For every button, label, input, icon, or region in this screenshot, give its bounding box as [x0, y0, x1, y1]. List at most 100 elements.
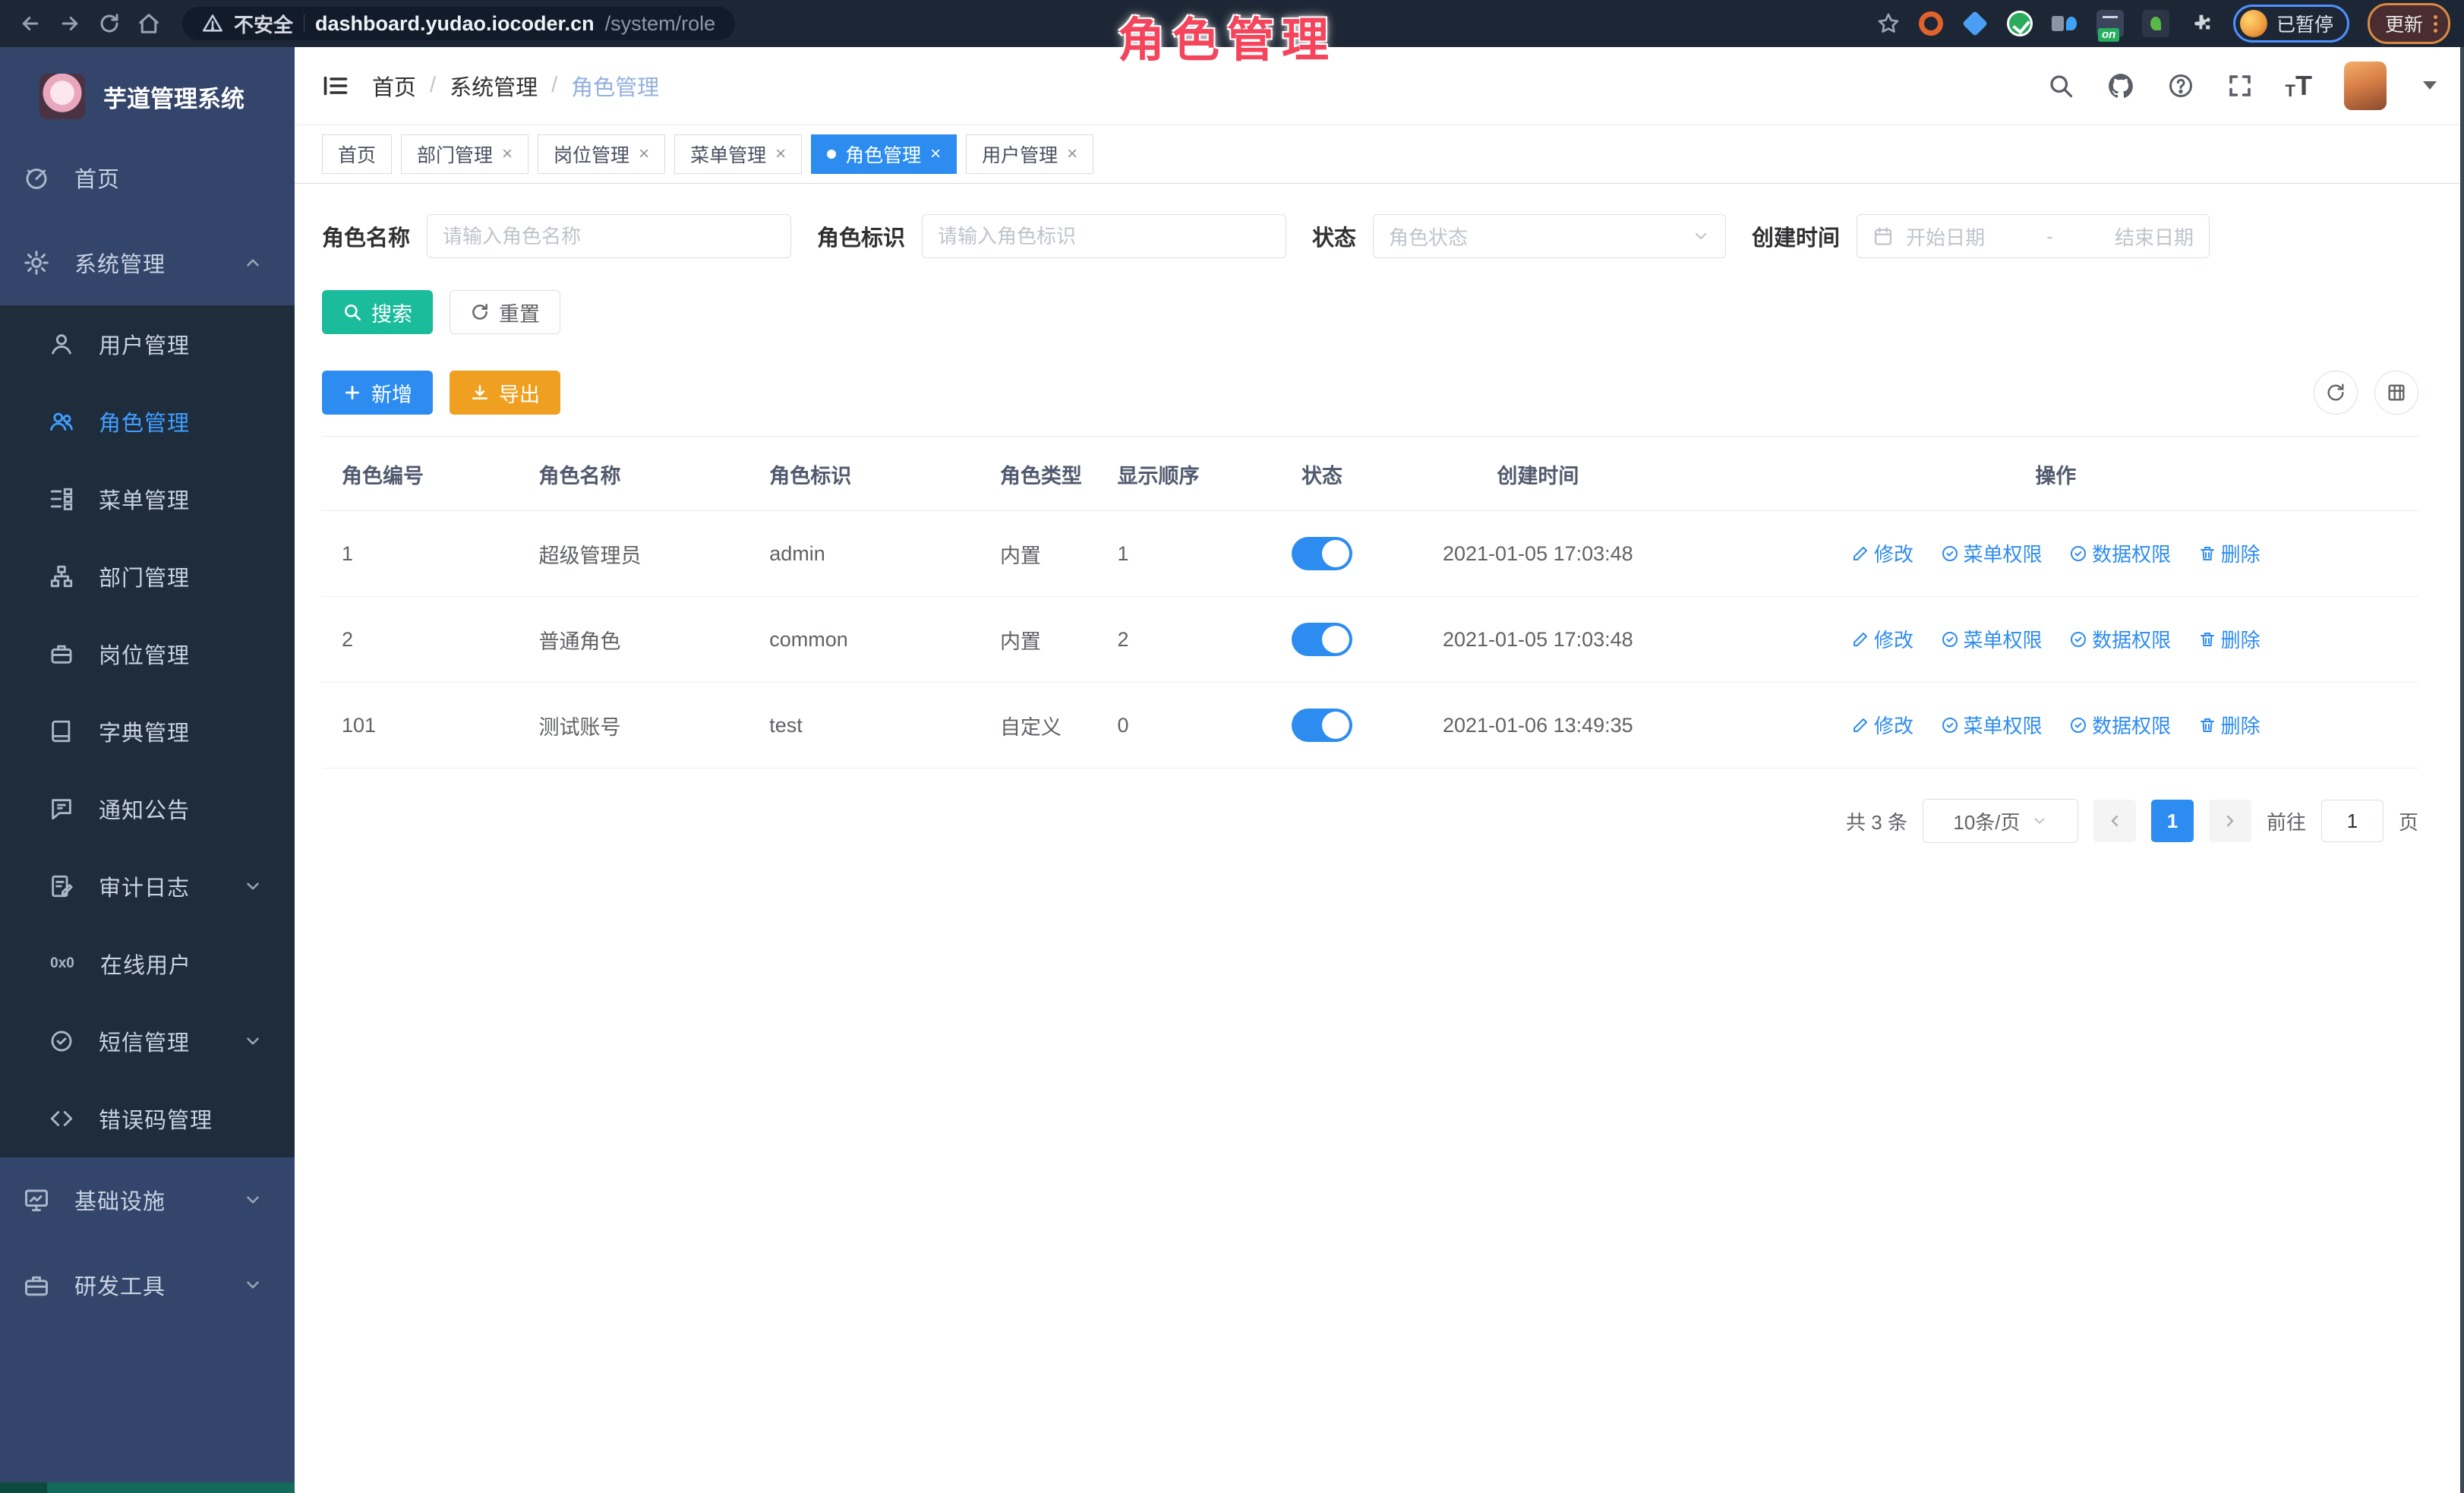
tab-close-icon[interactable]: ×: [1067, 145, 1077, 163]
collapse-sidebar-icon[interactable]: [322, 72, 349, 99]
download-icon: [470, 383, 490, 402]
chevron-up-icon: [243, 253, 263, 273]
circle-check-icon: [2069, 630, 2087, 649]
tab-close-icon[interactable]: ×: [502, 145, 513, 163]
delete-link[interactable]: 删除: [2198, 625, 2261, 653]
github-icon[interactable]: [2106, 71, 2135, 100]
delete-link[interactable]: 删除: [2198, 711, 2261, 739]
status-toggle[interactable]: [1292, 709, 1352, 742]
extension-on-badge: on: [2098, 28, 2119, 43]
cell-sort: 0: [1098, 683, 1261, 769]
tab-close-icon[interactable]: ×: [930, 145, 941, 163]
status-toggle[interactable]: [1292, 623, 1352, 656]
page-size-select[interactable]: 10条/页: [1923, 799, 2078, 843]
range-separator: -: [1997, 225, 2103, 248]
sidebar-item-posts[interactable]: 岗位管理: [0, 615, 295, 693]
browser-profile[interactable]: 已暂停: [2233, 5, 2349, 43]
reset-button[interactable]: 重置: [450, 290, 560, 334]
sidebar-item-home[interactable]: 首页: [0, 135, 295, 220]
tab-home[interactable]: 首页: [322, 134, 392, 174]
sidebar-item-online-users[interactable]: 0x0 在线用户: [0, 925, 295, 1002]
add-button[interactable]: 新增: [322, 371, 433, 415]
extension-icon-sprout[interactable]: [2142, 10, 2169, 37]
address-bar[interactable]: 不安全 dashboard.yudao.iocoder.cn /system/r…: [182, 7, 735, 40]
data-permission-link[interactable]: 数据权限: [2069, 711, 2171, 739]
tab-menus[interactable]: 菜单管理 ×: [674, 134, 802, 174]
browser-home-button[interactable]: [132, 7, 166, 40]
sidebar-item-roles[interactable]: 角色管理: [0, 383, 295, 460]
cell-created: 2021-01-05 17:03:48: [1383, 597, 1693, 683]
fullscreen-icon[interactable]: [2226, 72, 2254, 99]
menu-permission-link[interactable]: 菜单权限: [1941, 625, 2043, 653]
goto-page-input[interactable]: [2321, 800, 2384, 842]
extension-icon-translate[interactable]: on: [2096, 10, 2124, 37]
next-page-button[interactable]: [2209, 800, 2251, 842]
tab-posts[interactable]: 岗位管理 ×: [538, 134, 665, 174]
edit-link[interactable]: 修改: [1851, 539, 1913, 567]
page-1-button[interactable]: 1: [2151, 800, 2194, 842]
sidebar-bottom-strip: [0, 1482, 295, 1493]
prev-page-button[interactable]: [2093, 800, 2136, 842]
extension-icon-blue-gem[interactable]: [1961, 10, 1989, 37]
extension-icon-duo[interactable]: [2051, 10, 2078, 37]
extension-icon-orange-ring[interactable]: [1919, 11, 1943, 36]
tab-close-icon[interactable]: ×: [775, 145, 786, 163]
cell-created: 2021-01-05 17:03:48: [1383, 511, 1693, 597]
browser-update-button[interactable]: 更新: [2368, 3, 2450, 44]
role-key-input[interactable]: [922, 214, 1286, 258]
extensions-puzzle-icon[interactable]: [2188, 10, 2215, 37]
breadcrumb-home[interactable]: 首页: [372, 70, 416, 102]
user-avatar[interactable]: [2344, 62, 2387, 110]
table-refresh-button[interactable]: [2314, 371, 2358, 415]
header-search-icon[interactable]: [2047, 72, 2074, 99]
column-header-role-key: 角色标识: [749, 437, 980, 511]
sidebar-item-audit-log[interactable]: 审计日志: [0, 848, 295, 925]
tab-users[interactable]: 用户管理 ×: [966, 134, 1093, 174]
menu-permission-link[interactable]: 菜单权限: [1941, 539, 2043, 567]
status-toggle[interactable]: [1292, 537, 1352, 570]
sidebar-item-departments[interactable]: 部门管理: [0, 538, 295, 615]
data-permission-link[interactable]: 数据权限: [2069, 539, 2171, 567]
tab-label: 用户管理: [982, 140, 1058, 168]
menu-permission-link[interactable]: 菜单权限: [1941, 711, 2043, 739]
tab-close-icon[interactable]: ×: [639, 145, 649, 163]
reset-button-label: 重置: [499, 298, 540, 327]
export-button[interactable]: 导出: [450, 371, 560, 415]
browser-back-button[interactable]: [14, 7, 47, 40]
sidebar-item-sms[interactable]: 短信管理: [0, 1002, 295, 1080]
browser-forward-button[interactable]: [53, 7, 87, 40]
goto-label: 前往: [2267, 807, 2306, 835]
tab-roles[interactable]: 角色管理 ×: [811, 134, 957, 174]
sidebar-item-menus[interactable]: 菜单管理: [0, 460, 295, 538]
role-name-input[interactable]: [427, 214, 791, 258]
browser-menu-icon[interactable]: [2434, 15, 2437, 33]
breadcrumb-system[interactable]: 系统管理: [450, 70, 538, 102]
delete-link[interactable]: 删除: [2198, 539, 2261, 567]
create-time-range-picker[interactable]: 开始日期 - 结束日期: [1857, 214, 2210, 258]
sidebar-item-error-codes[interactable]: 错误码管理: [0, 1080, 295, 1157]
data-permission-link[interactable]: 数据权限: [2069, 625, 2171, 653]
sidebar-item-announcements[interactable]: 通知公告: [0, 770, 295, 848]
bookmark-star-icon[interactable]: [1876, 11, 1901, 36]
cell-role-type: 内置: [980, 511, 1098, 597]
tab-departments[interactable]: 部门管理 ×: [401, 134, 528, 174]
search-button[interactable]: 搜索: [322, 290, 433, 334]
sidebar-item-users[interactable]: 用户管理: [0, 305, 295, 383]
sidebar-item-system[interactable]: 系统管理: [0, 220, 295, 305]
sidebar-item-label: 基础设施: [74, 1184, 166, 1216]
forward-icon: [58, 12, 81, 35]
avatar-caret-icon[interactable]: [2423, 81, 2437, 90]
status-select[interactable]: 角色状态: [1373, 214, 1726, 258]
browser-reload-button[interactable]: [93, 7, 126, 40]
app-logo-row[interactable]: 芋道管理系统: [0, 47, 295, 135]
dashboard-icon: [23, 164, 50, 191]
extension-icon-green-check[interactable]: [2007, 11, 2033, 36]
help-icon[interactable]: [2167, 72, 2194, 99]
sidebar-item-dev-tools[interactable]: 研发工具: [0, 1242, 295, 1327]
sidebar-item-infrastructure[interactable]: 基础设施: [0, 1157, 295, 1242]
edit-link[interactable]: 修改: [1851, 711, 1913, 739]
font-size-icon[interactable]: TT: [2286, 72, 2312, 99]
edit-link[interactable]: 修改: [1851, 625, 1913, 653]
sidebar-item-dictionary[interactable]: 字典管理: [0, 693, 295, 770]
table-columns-settings-button[interactable]: [2374, 371, 2418, 415]
